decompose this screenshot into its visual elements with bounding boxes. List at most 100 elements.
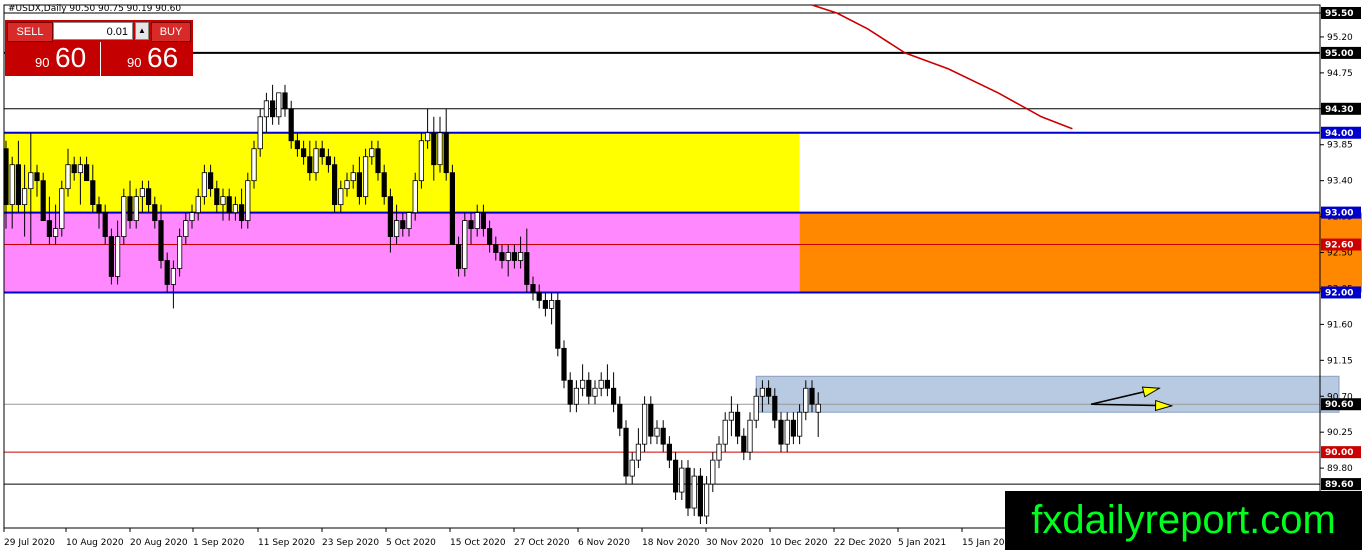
candle-body-27 [170,268,176,285]
candle-body-57 [356,172,363,198]
candle-body-36 [226,196,232,214]
sell-button[interactable]: SELL [7,22,53,42]
candle-body-127 [790,419,797,437]
candle-body-107 [666,443,673,461]
candle-body-41 [257,116,263,150]
candle-body-16 [102,212,108,237]
candle-body-58 [362,156,369,198]
candle-body-84 [524,252,530,285]
candle-body-10 [65,164,71,190]
candle-body-61 [381,172,387,198]
candle-body-108 [673,459,679,493]
candle-body-105 [654,427,660,437]
zones-layer [4,132,1362,413]
candle-body-110 [685,467,691,509]
xtick-label-9: 6 Nov 2020 [578,538,630,548]
candle-body-77 [480,212,487,229]
sell-price-small: 90 [35,55,50,70]
candle-body-59 [369,148,375,158]
price-tag-label-5: 92.60 [1325,241,1353,251]
candle-body-103 [642,403,648,445]
orange-zone [799,212,1362,293]
candle-body-93 [580,379,586,389]
watermark-logo: fxdailyreport.com [1005,491,1362,550]
candle-body-94 [586,379,592,397]
candle-body-120 [747,419,753,453]
candle-body-97 [604,379,611,389]
candle-body-102 [635,443,642,461]
candle-body-119 [741,435,747,453]
ytick-label-1: 95.20 [1327,33,1353,43]
candle-body-32 [201,172,207,198]
ytick-label-13: 89.80 [1327,464,1353,474]
candle-body-43 [269,100,276,118]
xtick-label-14: 5 Jan 2021 [898,538,946,548]
buy-price[interactable]: 90 66 [101,42,191,74]
candle-body-11 [71,164,77,174]
candle-body-52 [325,156,332,166]
candle-body-86 [536,292,542,301]
candle-body-130 [809,387,815,405]
candle-body-116 [722,419,728,445]
moving-average-line [811,4,1073,130]
candle-body-99 [617,403,623,429]
candle-body-75 [468,220,474,229]
candle-body-89 [555,300,561,349]
candle-body-112 [697,475,704,517]
xtick-label-8: 27 Oct 2020 [514,538,570,548]
xtick-label-12: 10 Dec 2020 [770,538,828,548]
candle-body-26 [164,260,170,285]
candle-body-38 [238,204,245,221]
price-chart[interactable]: 95.5095.2094.7594.3093.8593.4092.9592.50… [0,0,1362,553]
ytick-label-5: 93.40 [1327,177,1353,187]
lot-increase-icon[interactable]: ▲ [135,22,149,40]
candle-body-91 [567,379,573,405]
lot-size-input[interactable]: 0.01 [53,22,133,40]
candle-body-40 [251,148,257,182]
candle-body-37 [232,204,238,214]
candle-body-20 [127,196,133,221]
candle-body-14 [90,180,96,206]
candle-body-46 [288,108,294,142]
candle-body-124 [772,395,778,421]
candle-body-28 [176,236,183,269]
candle-body-122 [759,387,766,397]
candle-body-49 [307,156,313,174]
candle-body-17 [108,236,114,277]
candle-body-70 [437,132,443,166]
buy-button[interactable]: BUY [151,22,191,42]
candle-body-72 [449,172,456,245]
candle-body-82 [511,252,518,261]
candle-body-45 [282,92,288,110]
candle-body-92 [573,387,580,405]
candle-body-117 [728,411,735,421]
candle-body-71 [443,132,449,174]
candle-body-15 [96,204,102,214]
candle-body-0 [3,148,9,206]
candle-body-5 [34,172,40,182]
candle-body-18 [115,236,121,277]
candle-body-126 [784,419,790,445]
xtick-label-7: 15 Oct 2020 [450,538,506,548]
candle-body-85 [530,284,536,293]
candle-body-35 [220,196,226,206]
candle-body-13 [84,164,90,182]
candle-body-74 [462,220,468,269]
candle-body-76 [474,212,480,229]
candle-body-31 [195,196,201,214]
price-tag-label-3: 94.00 [1325,129,1353,139]
candle-body-24 [152,204,158,221]
candle-body-19 [121,196,127,237]
candle-body-21 [133,196,139,221]
candle-body-68 [424,132,431,142]
overlay-layer [811,4,1174,412]
sell-price[interactable]: 90 60 [7,42,99,74]
xtick-label-1: 10 Aug 2020 [66,538,124,548]
candle-body-12 [77,164,83,174]
candle-body-47 [294,140,301,150]
candle-body-113 [704,483,710,517]
candle-body-25 [158,220,164,261]
ytick-label-10: 91.15 [1327,356,1353,366]
one-click-trade-panel: SELL ▼ 0.01 ▲ BUY 90 60 90 66 [5,20,193,76]
xtick-label-4: 11 Sep 2020 [258,538,315,548]
